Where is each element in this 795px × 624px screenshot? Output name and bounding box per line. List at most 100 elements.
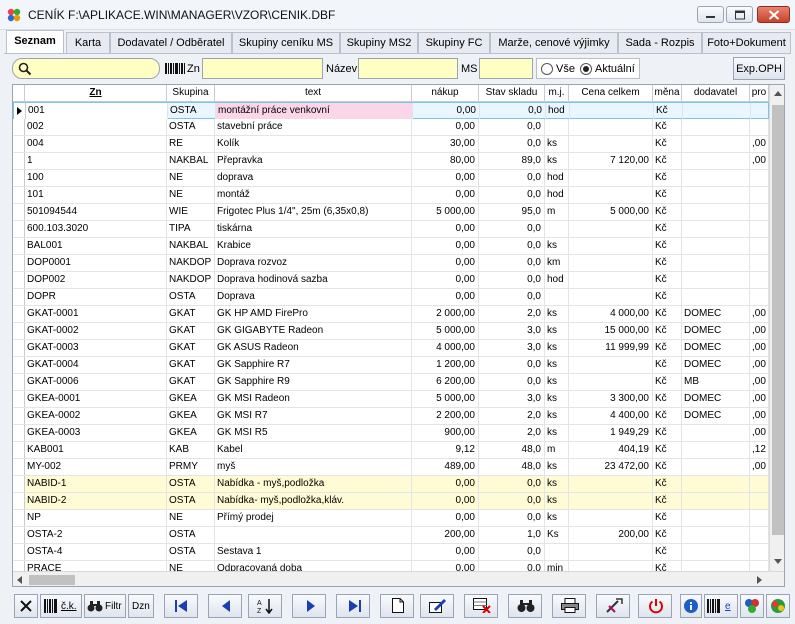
vertical-scrollbar[interactable] — [769, 85, 784, 571]
cell-nakup[interactable]: 0,00 — [412, 221, 479, 237]
delete-record-button[interactable] — [464, 594, 498, 618]
row-indicator[interactable] — [13, 459, 25, 475]
cell-mena[interactable]: Kč — [653, 119, 682, 135]
cell-mj[interactable]: hod — [545, 170, 569, 186]
cell-text[interactable]: Doprava hodinová sazba — [215, 272, 412, 288]
cell-stav-skladu[interactable]: 0,0 — [479, 510, 545, 526]
cell-mj[interactable]: ks — [545, 153, 569, 169]
edit-record-button[interactable] — [420, 594, 454, 618]
lookup-button[interactable] — [508, 594, 542, 618]
row-indicator[interactable] — [13, 272, 25, 288]
table-row[interactable]: GKEA-0003 GKEA GK MSI R5 900,00 2,0 ks 1 949,2… — [13, 425, 769, 442]
cell-skupina[interactable]: GKEA — [167, 408, 215, 424]
cell-dodavatel[interactable] — [682, 255, 750, 271]
cell-mj[interactable]: km — [545, 255, 569, 271]
cell-dodavatel[interactable] — [682, 170, 750, 186]
cell-mena[interactable]: Kč — [653, 170, 682, 186]
cell-zn[interactable]: GKAT-0003 — [25, 340, 167, 356]
table-row[interactable]: GKAT-0002 GKAT GK GIGABYTE Radeon 5 000,00 3… — [13, 323, 769, 340]
cell-nakup[interactable]: 5 000,00 — [412, 391, 479, 407]
cell-pro[interactable] — [750, 187, 769, 203]
table-row[interactable]: GKEA-0001 GKEA GK MSI Radeon 5 000,00 3,0 ks 3… — [13, 391, 769, 408]
cell-pro[interactable] — [750, 527, 769, 543]
cell-mena[interactable]: Kč — [653, 544, 682, 560]
first-record-button[interactable] — [164, 594, 198, 618]
cell-stav-skladu[interactable]: 0,0 — [479, 187, 545, 203]
cell-dodavatel[interactable] — [682, 544, 750, 560]
cell-zn[interactable]: GKEA-0001 — [25, 391, 167, 407]
cell-text[interactable]: GK HP AMD FirePro — [215, 306, 412, 322]
table-row[interactable]: BAL001 NAKBAL Krabice 0,00 0,0 ks Kč — [13, 238, 769, 255]
cell-pro[interactable] — [750, 255, 769, 271]
header-stav-skladu[interactable]: Stav skladu — [479, 85, 545, 102]
cell-text[interactable]: Doprava rozvoz — [215, 255, 412, 271]
cell-stav-skladu[interactable]: 0,0 — [479, 493, 545, 509]
cell-text[interactable]: montážní práce venkovní — [216, 103, 413, 119]
row-indicator[interactable] — [13, 187, 25, 203]
cell-dodavatel[interactable] — [682, 459, 750, 475]
cell-pro[interactable] — [750, 510, 769, 526]
cell-mena[interactable]: Kč — [653, 153, 682, 169]
cell-text[interactable]: GK MSI R7 — [215, 408, 412, 424]
table-row[interactable]: DOPR OSTA Doprava 0,00 0,0 Kč — [13, 289, 769, 306]
radio-current[interactable] — [580, 63, 592, 75]
cell-dodavatel[interactable] — [682, 425, 750, 441]
cell-skupina[interactable]: OSTA — [167, 493, 215, 509]
cell-cena-celkem[interactable] — [569, 136, 653, 152]
cell-zn[interactable]: OSTA-2 — [25, 527, 167, 543]
cell-nakup[interactable]: 5 000,00 — [412, 204, 479, 220]
row-indicator[interactable] — [13, 391, 25, 407]
cell-mj[interactable] — [545, 221, 569, 237]
cell-pro[interactable]: ,00 — [750, 306, 769, 322]
cell-pro[interactable] — [750, 221, 769, 237]
cell-dodavatel[interactable] — [682, 153, 750, 169]
cell-mj[interactable]: ks — [545, 340, 569, 356]
cell-cena-celkem[interactable]: 3 300,00 — [569, 391, 653, 407]
cell-cena-celkem[interactable]: 4 000,00 — [569, 306, 653, 322]
cell-skupina[interactable]: OSTA — [167, 119, 215, 135]
table-row[interactable]: NP NE Přímý prodej 0,00 0,0 ks Kč — [13, 510, 769, 527]
table-row[interactable]: 001 OSTA montážní práce venkovní 0,00 0,0 hod… — [13, 102, 770, 119]
row-indicator[interactable] — [13, 136, 25, 152]
cell-zn[interactable]: GKAT-0002 — [25, 323, 167, 339]
row-indicator[interactable] — [13, 357, 25, 373]
cell-skupina[interactable]: WIE — [167, 204, 215, 220]
header-nakup[interactable]: nákup — [412, 85, 479, 102]
cell-nakup[interactable]: 0,00 — [412, 119, 479, 135]
cell-skupina[interactable]: GKAT — [167, 306, 215, 322]
cell-skupina[interactable]: PRMY — [167, 459, 215, 475]
horizontal-scrollbar[interactable] — [13, 571, 784, 586]
zn-input[interactable] — [202, 58, 323, 79]
cell-nakup[interactable]: 0,00 — [412, 272, 479, 288]
cell-cena-celkem[interactable] — [569, 255, 653, 271]
header-mena[interactable]: měna — [653, 85, 682, 102]
table-row[interactable]: DOP0001 NAKDOP Doprava rozvoz 0,00 0,0 km Kč — [13, 255, 769, 272]
ck-button[interactable]: č.k. — [40, 594, 82, 618]
cell-dodavatel[interactable] — [682, 119, 750, 135]
header-text[interactable]: text — [215, 85, 412, 102]
cell-stav-skladu[interactable]: 95,0 — [479, 204, 545, 220]
cell-dodavatel[interactable] — [682, 289, 750, 305]
table-row[interactable]: 002 OSTA stavební práce 0,00 0,0 Kč — [13, 119, 769, 136]
next-record-button[interactable] — [292, 594, 326, 618]
cell-mj[interactable]: ks — [545, 391, 569, 407]
cell-zn[interactable]: NABID-1 — [25, 476, 167, 492]
cell-stav-skladu[interactable]: 0,0 — [479, 289, 545, 305]
row-indicator[interactable] — [13, 221, 25, 237]
cell-zn[interactable]: BAL001 — [25, 238, 167, 254]
table-row[interactable]: 101 NE montáž 0,00 0,0 hod Kč — [13, 187, 769, 204]
cell-nakup[interactable]: 0,00 — [412, 493, 479, 509]
close-window-button[interactable] — [638, 594, 672, 618]
cell-stav-skladu[interactable]: 1,0 — [479, 527, 545, 543]
table-row[interactable]: KAB001 KAB Kabel 9,12 48,0 m 404,19 Kč ,12 — [13, 442, 769, 459]
cell-cena-celkem[interactable] — [569, 119, 653, 135]
cell-stav-skladu[interactable]: 89,0 — [479, 153, 545, 169]
cell-stav-skladu[interactable]: 0,0 — [479, 357, 545, 373]
cell-cena-celkem[interactable]: 200,00 — [569, 527, 653, 543]
new-record-button[interactable] — [380, 594, 414, 618]
cell-mj[interactable]: ks — [545, 476, 569, 492]
cell-skupina[interactable]: OSTA — [167, 527, 215, 543]
cell-cena-celkem[interactable] — [569, 170, 653, 186]
cell-mena[interactable]: Kč — [653, 476, 682, 492]
cell-mj[interactable]: ks — [545, 238, 569, 254]
